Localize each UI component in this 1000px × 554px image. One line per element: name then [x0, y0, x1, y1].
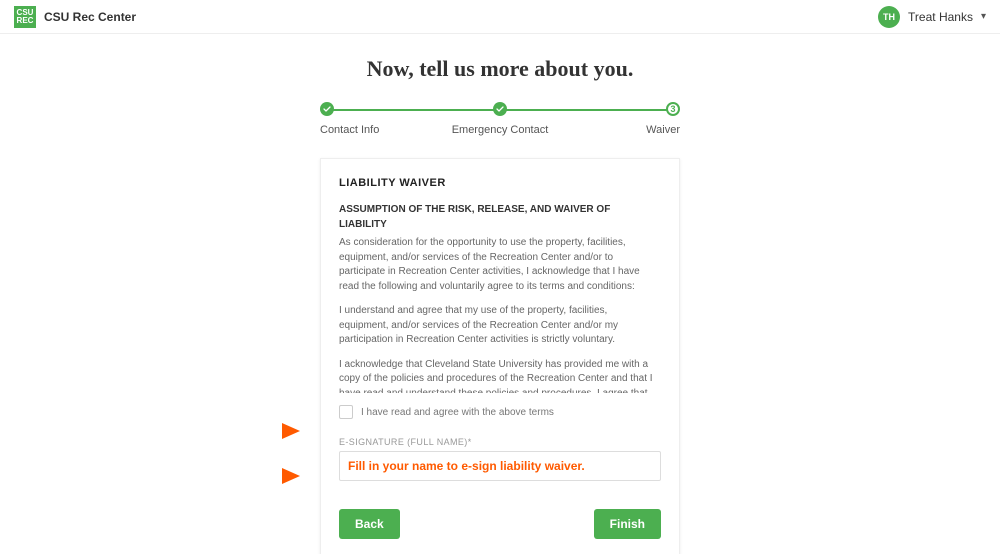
- signature-label: E-SIGNATURE (FULL NAME)*: [339, 437, 661, 447]
- waiver-card: LIABILITY WAIVER ASSUMPTION OF THE RISK,…: [320, 158, 680, 554]
- user-menu[interactable]: TH Treat Hanks ▾: [878, 6, 986, 28]
- button-row: Back Finish: [339, 509, 661, 539]
- annotation-arrow-1: [240, 420, 300, 442]
- page-title: Now, tell us more about you.: [0, 56, 1000, 82]
- user-name: Treat Hanks: [908, 10, 973, 24]
- agree-row: I have read and agree with the above ter…: [339, 405, 661, 419]
- finish-button[interactable]: Finish: [594, 509, 661, 539]
- agree-label: I have read and agree with the above ter…: [361, 407, 554, 418]
- step-1-done-icon: [320, 102, 334, 116]
- agree-checkbox[interactable]: [339, 405, 353, 419]
- signature-input[interactable]: [339, 451, 661, 481]
- step-1-label: Contact Info: [320, 124, 400, 136]
- logo-text-2: REC: [17, 17, 34, 25]
- step-3-label: Waiver: [600, 124, 680, 136]
- stepper: 3 Contact Info Emergency Contact Waiver: [320, 102, 680, 136]
- step-2-label: Emergency Contact: [400, 124, 600, 136]
- waiver-p1: As consideration for the opportunity to …: [339, 236, 653, 294]
- step-2-done-icon: [493, 102, 507, 116]
- app-header: CSU REC CSU Rec Center TH Treat Hanks ▾: [0, 0, 1000, 34]
- waiver-p2: I understand and agree that my use of th…: [339, 304, 653, 348]
- annotation-arrow-2: [240, 465, 300, 487]
- card-title: LIABILITY WAIVER: [339, 177, 661, 189]
- waiver-scroll[interactable]: ASSUMPTION OF THE RISK, RELEASE, AND WAI…: [339, 203, 661, 393]
- avatar: TH: [878, 6, 900, 28]
- brand-name: CSU Rec Center: [44, 10, 136, 24]
- step-3-current-icon: 3: [666, 102, 680, 116]
- waiver-p3: I acknowledge that Cleveland State Unive…: [339, 358, 653, 394]
- waiver-heading: ASSUMPTION OF THE RISK, RELEASE, AND WAI…: [339, 203, 653, 232]
- chevron-down-icon: ▾: [981, 11, 986, 22]
- brand-logo: CSU REC: [14, 6, 36, 28]
- back-button[interactable]: Back: [339, 509, 400, 539]
- brand: CSU REC CSU Rec Center: [14, 6, 136, 28]
